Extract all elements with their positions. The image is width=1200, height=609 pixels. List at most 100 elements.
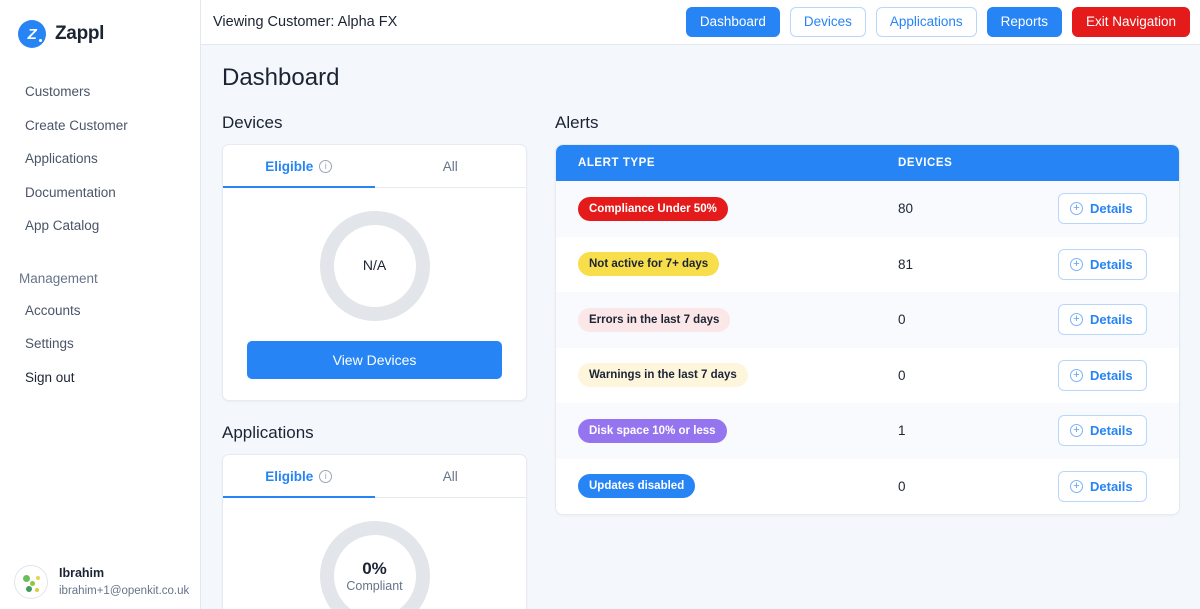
column-header-devices: DEVICES xyxy=(876,145,1036,181)
plus-circle-icon: + xyxy=(1070,258,1083,271)
nav-button-devices[interactable]: Devices xyxy=(790,7,866,37)
tab-devices-eligible-label: Eligible xyxy=(265,159,313,174)
alert-type-cell: Disk space 10% or less xyxy=(556,403,876,459)
devices-section-title: Devices xyxy=(222,113,527,133)
table-row: Compliance Under 50% 80 +Details xyxy=(556,181,1179,237)
table-row: Warnings in the last 7 days0 +Details xyxy=(556,348,1179,404)
alerts-section-title: Alerts xyxy=(555,113,1180,133)
user-name: Ibrahim xyxy=(59,565,189,583)
plus-circle-icon: + xyxy=(1070,424,1083,437)
device-count-cell: 0 xyxy=(876,459,1036,515)
actions-cell: + Details xyxy=(1036,292,1179,348)
dashboard-content: Dashboard Devices Eligible i All xyxy=(201,45,1200,609)
alert-type-cell: Compliance Under 50% xyxy=(556,181,876,237)
alerts-table: ALERT TYPE DEVICES Compliance Under 50% 8… xyxy=(556,145,1179,514)
devices-donut-value: N/A xyxy=(363,257,386,275)
info-icon[interactable]: i xyxy=(319,470,332,483)
details-button-label: Details xyxy=(1090,257,1133,272)
alerts-table-head: ALERT TYPE DEVICES xyxy=(556,145,1179,181)
left-column: Devices Eligible i All N xyxy=(222,113,527,609)
tab-applications-eligible-label: Eligible xyxy=(265,469,313,484)
column-header-actions xyxy=(1036,145,1179,181)
alerts-card: ALERT TYPE DEVICES Compliance Under 50% 8… xyxy=(555,144,1180,515)
alerts-table-body: Compliance Under 50%80+DetailsNot active… xyxy=(556,181,1179,514)
status-badge: Updates disabled xyxy=(578,474,695,498)
device-count-cell: 1 xyxy=(876,403,1036,459)
details-button[interactable]: +Details xyxy=(1058,360,1147,391)
details-button[interactable]: + Details xyxy=(1058,471,1147,502)
details-button[interactable]: +Details xyxy=(1058,193,1147,224)
applications-tabs: Eligible i All xyxy=(223,455,526,498)
avatar xyxy=(14,565,48,599)
top-bar: Viewing Customer: Alpha FX Dashboard Dev… xyxy=(201,0,1200,45)
device-count-cell: 81 xyxy=(876,237,1036,293)
sidebar-item-sign-out[interactable]: Sign out xyxy=(0,361,200,395)
info-icon[interactable]: i xyxy=(319,160,332,173)
column-header-alert-type: ALERT TYPE xyxy=(556,145,876,181)
plus-circle-icon: + xyxy=(1070,480,1083,493)
alert-type-cell: Updates disabled xyxy=(556,459,876,515)
details-button-label: Details xyxy=(1090,423,1133,438)
status-badge: Compliance Under 50% xyxy=(578,197,728,221)
status-badge: Errors in the last 7 days xyxy=(578,308,730,332)
details-button[interactable]: + Details xyxy=(1058,415,1147,446)
app-root: Z Zappl Customers Create Customer Applic… xyxy=(0,0,1200,609)
sidebar-item-customers[interactable]: Customers xyxy=(0,75,200,109)
status-badge: Disk space 10% or less xyxy=(578,419,727,443)
nav-button-applications[interactable]: Applications xyxy=(876,7,977,37)
device-count-cell: 80 xyxy=(876,181,1036,237)
sidebar-nav: Customers Create Customer Applications D… xyxy=(0,75,200,394)
right-column: Alerts ALERT TYPE DEVICES Compliance Und… xyxy=(555,113,1180,515)
viewing-customer-label: Viewing Customer: Alpha FX xyxy=(213,14,676,30)
details-button-label: Details xyxy=(1090,479,1133,494)
view-devices-button[interactable]: View Devices xyxy=(247,341,502,379)
details-button-label: Details xyxy=(1090,312,1133,327)
actions-cell: + Details xyxy=(1036,237,1179,293)
user-profile[interactable]: Ibrahim ibrahim+1@openkit.co.uk xyxy=(0,565,201,599)
applications-section-title: Applications xyxy=(222,423,527,443)
sidebar-item-accounts[interactable]: Accounts xyxy=(0,294,200,328)
tab-applications-eligible[interactable]: Eligible i xyxy=(223,455,375,497)
devices-tabs: Eligible i All xyxy=(223,145,526,188)
device-count-cell: 0 xyxy=(876,292,1036,348)
sidebar-item-create-customer[interactable]: Create Customer xyxy=(0,109,200,143)
nav-button-dashboard[interactable]: Dashboard xyxy=(686,7,780,37)
tab-devices-all[interactable]: All xyxy=(375,145,527,187)
table-row: Not active for 7+ days 81 + Details xyxy=(556,237,1179,293)
sidebar-item-settings[interactable]: Settings xyxy=(0,327,200,361)
nav-button-reports[interactable]: Reports xyxy=(987,7,1062,37)
actions-cell: +Details xyxy=(1036,181,1179,237)
brand-name: Zappl xyxy=(55,23,104,45)
applications-donut-sublabel: Compliant xyxy=(346,579,402,595)
details-button[interactable]: + Details xyxy=(1058,304,1147,335)
details-button-label: Details xyxy=(1090,368,1133,383)
actions-cell: +Details xyxy=(1036,348,1179,404)
status-badge: Not active for 7+ days xyxy=(578,252,719,276)
nav-button-exit-navigation[interactable]: Exit Navigation xyxy=(1072,7,1190,37)
applications-card: Eligible i All 0% Compliant xyxy=(222,454,527,609)
alert-type-cell: Errors in the last 7 days xyxy=(556,292,876,348)
user-email: ibrahim+1@openkit.co.uk xyxy=(59,583,189,599)
device-count-cell: 0 xyxy=(876,348,1036,404)
brand-logo[interactable]: Z Zappl xyxy=(0,0,200,48)
actions-cell: + Details xyxy=(1036,403,1179,459)
devices-donut-chart: N/A xyxy=(223,188,526,321)
actions-cell: + Details xyxy=(1036,459,1179,515)
table-row: Updates disabled 0 + Details xyxy=(556,459,1179,515)
sidebar: Z Zappl Customers Create Customer Applic… xyxy=(0,0,201,609)
alert-type-cell: Warnings in the last 7 days xyxy=(556,348,876,404)
plus-circle-icon: + xyxy=(1070,313,1083,326)
tab-applications-all[interactable]: All xyxy=(375,455,527,497)
alert-type-cell: Not active for 7+ days xyxy=(556,237,876,293)
plus-circle-icon: + xyxy=(1070,202,1083,215)
sidebar-item-app-catalog[interactable]: App Catalog xyxy=(0,209,200,243)
main-area: Viewing Customer: Alpha FX Dashboard Dev… xyxy=(201,0,1200,609)
applications-donut-chart: 0% Compliant xyxy=(223,498,526,609)
tab-devices-eligible[interactable]: Eligible i xyxy=(223,145,375,187)
sidebar-section-management: Management xyxy=(0,263,200,294)
sidebar-item-documentation[interactable]: Documentation xyxy=(0,176,200,210)
sidebar-item-applications[interactable]: Applications xyxy=(0,142,200,176)
z-logo-icon: Z xyxy=(18,20,46,48)
details-button[interactable]: + Details xyxy=(1058,249,1147,280)
table-row: Disk space 10% or less 1 + Details xyxy=(556,403,1179,459)
